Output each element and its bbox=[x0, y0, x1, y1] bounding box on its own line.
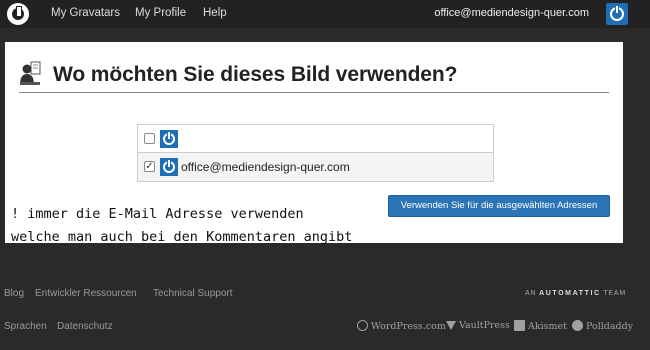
gravatar-logo-icon[interactable] bbox=[7, 3, 29, 25]
address-checkbox-checked[interactable]: ✓ bbox=[144, 161, 155, 172]
footer-link-languages[interactable]: Sprachen bbox=[4, 321, 47, 332]
partner-akismet[interactable]: Akismet bbox=[514, 320, 567, 332]
nav-my-gravatars[interactable]: My Gravatars bbox=[51, 0, 120, 28]
address-email: office@mediendesign-quer.com bbox=[181, 160, 350, 174]
annotation-line: welche man auch bei den Kommentaren angi… bbox=[11, 229, 353, 245]
akismet-icon bbox=[514, 320, 525, 331]
gravatar-avatar-icon bbox=[163, 160, 175, 173]
address-avatar bbox=[160, 158, 178, 176]
partner-label: Akismet bbox=[528, 321, 567, 332]
automattic-team-credit[interactable]: AN AUTOMATTIC TEAM bbox=[525, 290, 626, 297]
nav-help[interactable]: Help bbox=[203, 0, 227, 28]
partner-label: VaultPress bbox=[459, 320, 510, 331]
gravatar-avatar-icon bbox=[610, 6, 624, 21]
address-row[interactable]: ✓ office@mediendesign-quer.com bbox=[138, 153, 493, 181]
automattic-brand: AUTOMATTIC bbox=[539, 290, 601, 297]
partner-label: Polldaddy bbox=[586, 321, 634, 332]
top-bar: My Gravatars My Profile Help office@medi… bbox=[0, 0, 650, 28]
gravatar-avatar-icon bbox=[163, 132, 175, 145]
address-avatar bbox=[160, 130, 178, 148]
profile-picture-icon bbox=[20, 61, 41, 85]
annotation-line: ! immer die E-Mail Adresse verwenden bbox=[11, 206, 304, 222]
polldaddy-icon bbox=[572, 320, 583, 331]
footer-link-developer-resources[interactable]: Entwickler Ressourcen bbox=[35, 288, 137, 299]
partner-polldaddy[interactable]: Polldaddy bbox=[572, 320, 633, 332]
partner-wordpress[interactable]: WordPress.com bbox=[357, 320, 446, 332]
partner-label: WordPress.com bbox=[371, 321, 446, 332]
address-list: ✓ office@mediendesign-quer.com bbox=[137, 124, 494, 182]
footer-link-technical-support[interactable]: Technical Support bbox=[153, 288, 233, 299]
page-title: Wo möchten Sie dieses Bild verwenden? bbox=[53, 63, 458, 86]
main-panel: Wo möchten Sie dieses Bild verwenden? ✓ … bbox=[5, 42, 623, 245]
title-divider bbox=[19, 92, 609, 93]
address-checkbox[interactable] bbox=[144, 133, 155, 144]
team-prefix: AN bbox=[525, 290, 537, 297]
account-email[interactable]: office@mediendesign-quer.com bbox=[434, 0, 589, 28]
vaultpress-shield-icon bbox=[446, 321, 456, 330]
team-suffix: TEAM bbox=[603, 290, 626, 297]
account-avatar[interactable] bbox=[606, 3, 628, 25]
partner-vaultpress[interactable]: VaultPress bbox=[446, 320, 510, 331]
footer-link-blog[interactable]: Blog bbox=[4, 288, 24, 299]
footer-link-privacy[interactable]: Datenschutz bbox=[57, 321, 113, 332]
nav-my-profile[interactable]: My Profile bbox=[135, 0, 186, 28]
use-selected-addresses-button[interactable]: Verwenden Sie für die ausgewählten Adres… bbox=[388, 195, 610, 217]
wordpress-icon bbox=[357, 320, 368, 331]
address-row[interactable] bbox=[138, 125, 493, 153]
